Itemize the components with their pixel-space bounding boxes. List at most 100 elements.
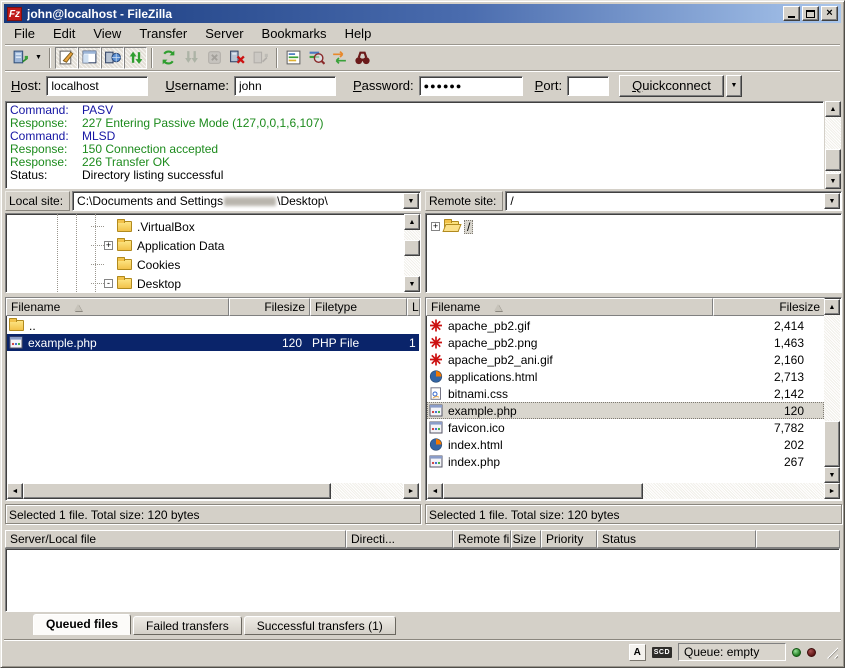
cancel-button[interactable] <box>203 47 226 69</box>
quickconnect-bar: Host: Username: Password: Port: Quickcon… <box>5 70 840 100</box>
remote-list-vscrollbar[interactable] <box>824 299 840 483</box>
menu-transfer[interactable]: Transfer <box>130 24 196 43</box>
file-row[interactable]: index.html 202 <box>427 436 824 453</box>
filter-icon <box>285 49 302 66</box>
menu-bar: File Edit View Transfer Server Bookmarks… <box>5 24 840 43</box>
scroll-right-button[interactable] <box>824 483 840 499</box>
column-header-status[interactable]: Status <box>597 530 756 548</box>
column-header-size[interactable]: Size <box>511 530 541 548</box>
column-header-remote-file[interactable]: Remote file <box>453 530 511 548</box>
column-header-filesize[interactable]: Filesize <box>713 298 825 316</box>
column-header-filesize[interactable]: Filesize <box>229 298 310 316</box>
speed-limit-icon[interactable]: SCD <box>652 647 672 658</box>
tab-failed-transfers[interactable]: Failed transfers <box>133 616 242 635</box>
password-input[interactable] <box>419 76 523 96</box>
combo-dropdown-arrow[interactable] <box>824 193 840 209</box>
file-row-selected[interactable]: example.php 120 <box>427 402 824 419</box>
local-pane: Local site: C:\Documents and Settings\De… <box>5 191 421 525</box>
host-input[interactable] <box>46 76 148 96</box>
combo-dropdown-arrow[interactable] <box>403 193 419 209</box>
maximize-button[interactable] <box>802 6 819 21</box>
file-row[interactable]: applications.html 2,713 <box>427 368 824 385</box>
file-row[interactable]: apache_pb2_ani.gif 2,160 <box>427 351 824 368</box>
site-manager-button[interactable] <box>9 47 32 69</box>
find-files-button[interactable] <box>351 47 374 69</box>
close-button[interactable]: × <box>821 6 838 21</box>
minimize-button[interactable] <box>783 6 800 21</box>
menu-view[interactable]: View <box>84 24 130 43</box>
scroll-up-button[interactable] <box>825 101 841 117</box>
file-row-parent-dir[interactable]: .. <box>7 317 419 334</box>
toggle-message-log-button[interactable] <box>55 47 78 69</box>
scroll-left-button[interactable] <box>427 483 443 499</box>
remote-path-combobox[interactable]: / <box>505 191 842 211</box>
remote-path: / <box>510 194 513 208</box>
column-header-priority[interactable]: Priority <box>541 530 597 548</box>
transfer-type-icon[interactable]: A <box>629 644 646 661</box>
tree-item-root[interactable]: + / <box>426 217 841 236</box>
port-input[interactable] <box>567 76 609 96</box>
refresh-button[interactable] <box>157 47 180 69</box>
resize-grip[interactable] <box>825 646 838 659</box>
local-tree-scrollbar[interactable] <box>404 214 420 292</box>
expand-icon[interactable]: + <box>431 222 440 231</box>
quickconnect-dropdown-arrow[interactable] <box>726 75 742 97</box>
column-header-filename[interactable]: Filename <box>6 298 229 316</box>
scroll-down-button[interactable] <box>825 173 841 189</box>
column-header-filetype[interactable]: Filetype <box>310 298 407 316</box>
file-row-example-php[interactable]: example.php 120 PHP File 1 <box>7 334 419 351</box>
log-scrollbar[interactable] <box>825 101 841 189</box>
tree-item-virtualbox[interactable]: .VirtualBox <box>6 217 420 236</box>
scroll-down-button[interactable] <box>404 276 420 292</box>
scroll-left-button[interactable] <box>7 483 23 499</box>
site-manager-dropdown-arrow[interactable] <box>32 47 45 69</box>
scroll-thumb[interactable] <box>443 483 643 499</box>
remote-list-hscrollbar[interactable] <box>427 483 840 499</box>
quickconnect-button[interactable]: Quickconnect <box>619 75 724 97</box>
scroll-up-button[interactable] <box>824 299 840 315</box>
scroll-down-button[interactable] <box>824 467 840 483</box>
local-list-hscrollbar[interactable] <box>7 483 419 499</box>
menu-server[interactable]: Server <box>196 24 252 43</box>
column-header-last-modified[interactable]: L <box>407 298 420 316</box>
queue-list <box>5 548 840 612</box>
disconnect-button[interactable] <box>226 47 249 69</box>
menu-bookmarks[interactable]: Bookmarks <box>253 24 336 43</box>
compare-directories-button[interactable] <box>305 47 328 69</box>
tree-item-desktop[interactable]: - Desktop <box>6 274 420 293</box>
reconnect-button[interactable] <box>249 47 272 69</box>
collapse-icon[interactable]: - <box>104 279 113 288</box>
column-header-direction[interactable]: Directi... <box>346 530 453 548</box>
tab-successful-transfers[interactable]: Successful transfers (1) <box>244 616 396 635</box>
username-input[interactable] <box>234 76 336 96</box>
menu-file[interactable]: File <box>5 24 44 43</box>
scroll-thumb[interactable] <box>825 149 841 171</box>
column-header-filename[interactable]: Filename <box>426 298 713 316</box>
toggle-local-tree-button[interactable] <box>78 47 101 69</box>
synchronized-browsing-button[interactable] <box>328 47 351 69</box>
message-log-icon <box>58 49 75 66</box>
tree-item-cookies[interactable]: Cookies <box>6 255 420 274</box>
tab-queued-files[interactable]: Queued files <box>33 614 131 635</box>
scroll-right-button[interactable] <box>403 483 419 499</box>
scroll-up-button[interactable] <box>404 214 420 230</box>
file-row[interactable]: index.php 267 <box>427 453 824 470</box>
scroll-thumb[interactable] <box>824 421 840 467</box>
scroll-thumb[interactable] <box>404 240 420 256</box>
column-header-server-local-file[interactable]: Server/Local file <box>5 530 346 548</box>
file-row[interactable]: favicon.ico 7,782 <box>427 419 824 436</box>
toggle-remote-tree-button[interactable] <box>101 47 124 69</box>
toggle-queue-button[interactable] <box>124 47 147 69</box>
file-row[interactable]: bitnami.css 2,142 <box>427 385 824 402</box>
menu-edit[interactable]: Edit <box>44 24 84 43</box>
menu-help[interactable]: Help <box>336 24 381 43</box>
remote-site-row: Remote site: / <box>425 191 842 211</box>
process-queue-button[interactable] <box>180 47 203 69</box>
expand-icon[interactable]: + <box>104 241 113 250</box>
scroll-thumb[interactable] <box>23 483 331 499</box>
file-row[interactable]: apache_pb2.png 1,463 <box>427 334 824 351</box>
tree-item-application-data[interactable]: + Application Data <box>6 236 420 255</box>
directory-filters-button[interactable] <box>282 47 305 69</box>
local-path-combobox[interactable]: C:\Documents and Settings\Desktop\ <box>72 191 421 211</box>
file-row[interactable]: apache_pb2.gif 2,414 <box>427 317 824 334</box>
